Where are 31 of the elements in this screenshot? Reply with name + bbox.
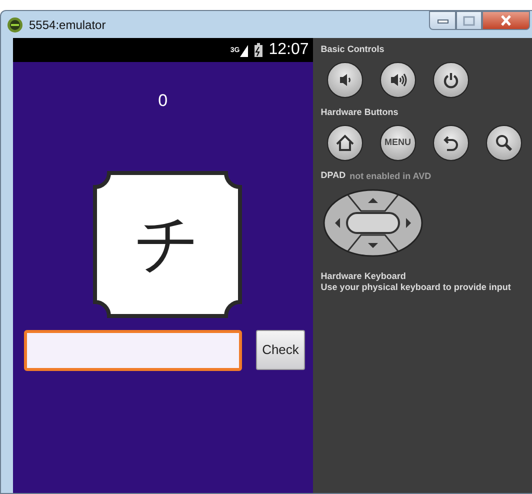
volume-up-button[interactable] bbox=[380, 62, 416, 98]
emulator-app-icon bbox=[7, 16, 23, 32]
home-button[interactable] bbox=[326, 125, 363, 161]
search-icon bbox=[494, 133, 514, 153]
search-button[interactable] bbox=[486, 125, 522, 161]
kana-character: チ bbox=[134, 212, 200, 276]
home-icon bbox=[334, 133, 355, 153]
power-button[interactable] bbox=[432, 62, 469, 98]
section-note: not enabled in AVD bbox=[350, 170, 432, 183]
maximize-button[interactable] bbox=[456, 11, 482, 30]
clock-time: 12:07 bbox=[268, 40, 309, 60]
keyboard-hint: Use your physical keyboard to provide input bbox=[320, 282, 512, 292]
menu-button[interactable]: MENU bbox=[380, 125, 416, 161]
close-button[interactable] bbox=[482, 11, 530, 30]
volume-down-button[interactable] bbox=[326, 62, 363, 98]
answer-field[interactable] bbox=[24, 330, 242, 370]
dpad-control[interactable] bbox=[322, 188, 423, 256]
battery-icon bbox=[254, 43, 263, 57]
back-button[interactable] bbox=[432, 125, 469, 161]
close-icon bbox=[500, 15, 512, 26]
maximize-icon bbox=[463, 16, 475, 26]
minimize-button[interactable] bbox=[429, 11, 456, 30]
window-title: 5554:emulator bbox=[29, 16, 106, 34]
section-title: Hardware Buttons bbox=[320, 107, 400, 118]
section-title: Hardware Keyboard bbox=[320, 270, 407, 282]
signal-icon bbox=[240, 44, 248, 56]
score-counter: 0 bbox=[157, 90, 169, 112]
section-title: Basic Controls bbox=[320, 44, 386, 55]
section-title: DPAD bbox=[320, 170, 346, 182]
check-button[interactable]: Check bbox=[256, 330, 305, 370]
minimize-icon bbox=[436, 18, 448, 24]
